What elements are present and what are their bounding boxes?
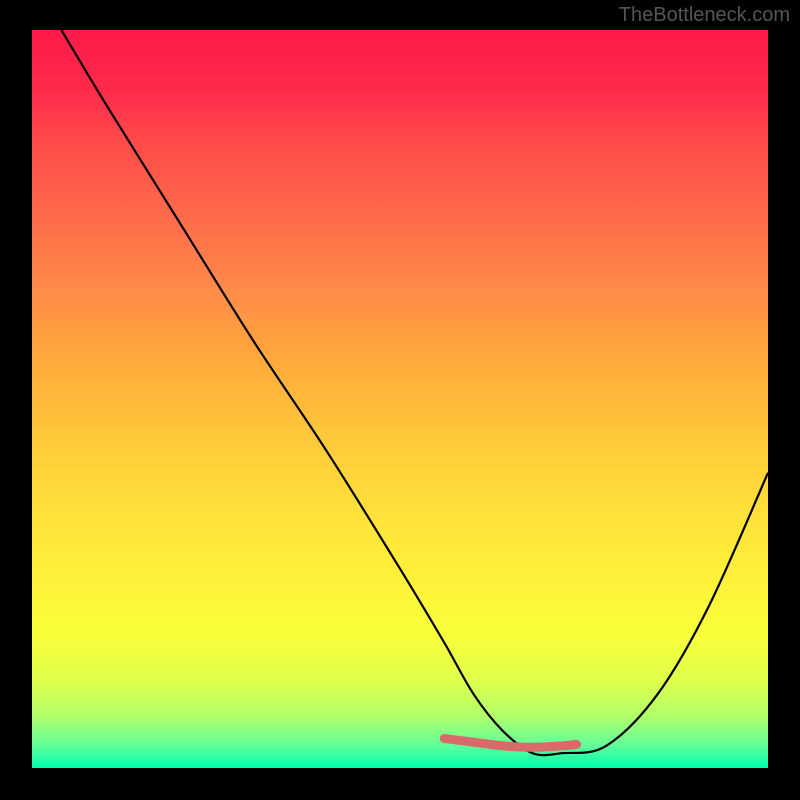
chart-plot-area xyxy=(32,30,768,768)
bottleneck-curve xyxy=(61,30,768,755)
optimal-range-highlight xyxy=(444,739,576,748)
watermark-text: TheBottleneck.com xyxy=(619,4,790,27)
chart-svg xyxy=(32,30,768,768)
